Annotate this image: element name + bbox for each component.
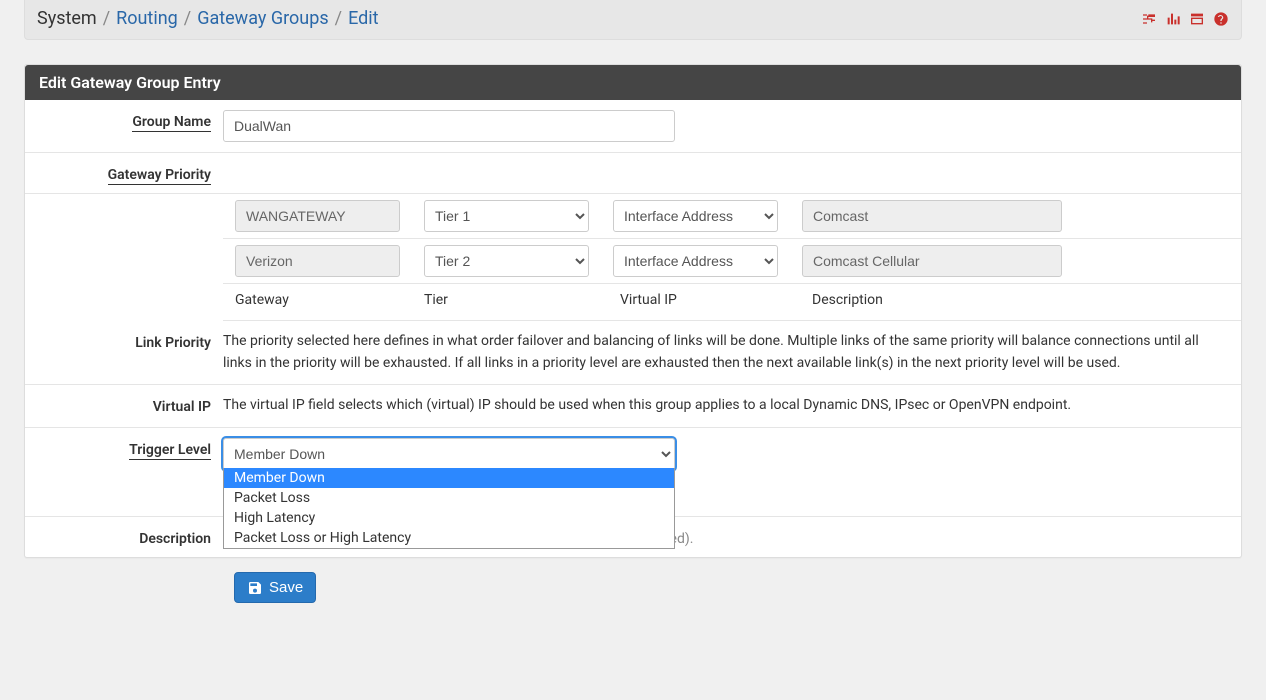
breadcrumb-separator: / bbox=[103, 8, 110, 29]
col-header-virtual-ip: Virtual IP bbox=[620, 292, 812, 308]
col-header-gateway: Gateway bbox=[235, 292, 424, 308]
log-icon[interactable] bbox=[1189, 11, 1205, 27]
label-trigger-level: Trigger Level bbox=[129, 442, 211, 460]
save-button-label: Save bbox=[269, 579, 303, 596]
gateway-priority-body: Tier 1 Interface Address bbox=[25, 194, 1241, 321]
breadcrumb-separator: / bbox=[184, 8, 191, 29]
row-virtual-ip: Virtual IP The virtual IP field selects … bbox=[25, 385, 1241, 428]
breadcrumb-separator: / bbox=[335, 8, 342, 29]
label-link-priority: Link Priority bbox=[135, 335, 211, 351]
top-action-icons bbox=[1141, 11, 1229, 27]
tier-select[interactable]: Tier 2 bbox=[424, 245, 589, 277]
trigger-option-member-down[interactable]: Member Down bbox=[224, 468, 674, 488]
sliders-icon[interactable] bbox=[1141, 11, 1157, 27]
row-link-priority: Link Priority The priority selected here… bbox=[25, 321, 1241, 385]
col-header-description: Description bbox=[812, 292, 1229, 308]
help-link-priority: The priority selected here defines in wh… bbox=[223, 331, 1229, 374]
breadcrumb: System / Routing / Gateway Groups / Edit bbox=[37, 8, 379, 29]
virtual-ip-select[interactable]: Interface Address bbox=[613, 200, 778, 232]
group-name-input[interactable] bbox=[223, 110, 675, 142]
trigger-level-dropdown: Member Down Packet Loss High Latency Pac… bbox=[223, 468, 675, 549]
gateway-row: Tier 2 Interface Address bbox=[223, 239, 1241, 284]
gateway-column-headers: Gateway Tier Virtual IP Description bbox=[223, 284, 1241, 321]
breadcrumb-edit[interactable]: Edit bbox=[348, 8, 378, 29]
label-description: Description bbox=[139, 531, 211, 547]
save-row: Save bbox=[24, 558, 1242, 603]
virtual-ip-select[interactable]: Interface Address bbox=[613, 245, 778, 277]
trigger-level-select[interactable]: Member Down bbox=[223, 438, 675, 470]
save-icon bbox=[247, 580, 263, 596]
breadcrumb-system[interactable]: System bbox=[37, 8, 97, 29]
label-virtual-ip: Virtual IP bbox=[153, 399, 211, 415]
row-group-name: Group Name bbox=[25, 100, 1241, 153]
breadcrumb-gateway-groups[interactable]: Gateway Groups bbox=[197, 8, 328, 29]
tier-select[interactable]: Tier 1 bbox=[424, 200, 589, 232]
edit-gateway-group-panel: Edit Gateway Group Entry Group Name Gate… bbox=[24, 64, 1242, 558]
label-gateway-priority: Gateway Priority bbox=[108, 167, 211, 185]
row-trigger-level: Trigger Level Member Down Member Down Pa… bbox=[25, 428, 1241, 517]
label-group-name: Group Name bbox=[132, 114, 211, 132]
trigger-option-packet-loss-or-high-latency[interactable]: Packet Loss or High Latency bbox=[224, 528, 674, 548]
gateway-name-field bbox=[235, 245, 400, 277]
save-button[interactable]: Save bbox=[234, 572, 316, 603]
panel-title: Edit Gateway Group Entry bbox=[25, 65, 1241, 100]
trigger-option-high-latency[interactable]: High Latency bbox=[224, 508, 674, 528]
gateway-row: Tier 1 Interface Address bbox=[223, 194, 1241, 239]
gateway-description-field bbox=[802, 200, 1062, 232]
gateway-description-field bbox=[802, 245, 1062, 277]
bar-chart-icon[interactable] bbox=[1165, 11, 1181, 27]
help-icon[interactable] bbox=[1213, 11, 1229, 27]
breadcrumb-routing[interactable]: Routing bbox=[116, 8, 178, 29]
trigger-option-packet-loss[interactable]: Packet Loss bbox=[224, 488, 674, 508]
row-gateway-priority-label: Gateway Priority bbox=[25, 153, 1241, 194]
gateway-name-field bbox=[235, 200, 400, 232]
col-header-tier: Tier bbox=[424, 292, 620, 308]
trigger-level-select-wrap: Member Down Member Down Packet Loss High… bbox=[223, 438, 675, 470]
breadcrumb-bar: System / Routing / Gateway Groups / Edit bbox=[24, 0, 1242, 40]
help-virtual-ip: The virtual IP field selects which (virt… bbox=[223, 395, 1229, 417]
